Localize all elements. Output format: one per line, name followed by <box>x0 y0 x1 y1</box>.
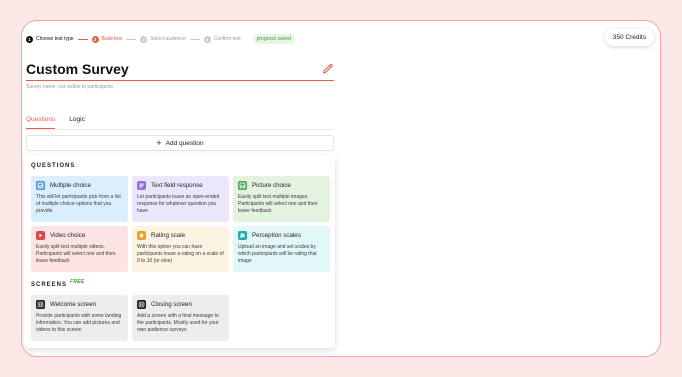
step-confirm-test[interactable]: 4 Confirm test <box>203 35 241 43</box>
card-title: Video choice <box>50 231 86 239</box>
closing-screen-icon <box>137 299 146 309</box>
screen-type-welcome-screen[interactable]: Welcome screen Provide participants with… <box>31 295 128 341</box>
survey-title-input[interactable]: Custom Survey <box>26 61 129 77</box>
credits-badge[interactable]: 350 Credits <box>604 29 654 46</box>
card-title: Text field response <box>151 181 203 189</box>
welcome-screen-icon <box>36 299 45 309</box>
text-lines-icon <box>137 180 146 190</box>
step-select-audience[interactable]: 3 Select audience <box>140 35 186 43</box>
question-type-picture-choice[interactable]: Picture choice Easily split test multipl… <box>233 176 330 222</box>
questions-section-header: QUESTIONS <box>31 163 76 169</box>
step-number: 2 <box>91 35 99 43</box>
app-window: 1 Choose test type 2 Build test 3 Select… <box>21 20 661 357</box>
card-description: Provide participants with some landing i… <box>36 313 122 333</box>
screens-section-header: SCREENS FREE <box>31 279 85 288</box>
progress-stepper: 1 Choose test type 2 Build test 3 Select… <box>26 34 295 44</box>
card-description: With this option you can have participan… <box>137 244 224 264</box>
tab-divider <box>26 129 334 130</box>
step-label: Build test <box>101 36 123 42</box>
star-icon <box>137 230 146 240</box>
question-type-text-field-response[interactable]: Text field response Let participants lea… <box>132 176 229 222</box>
pencil-icon[interactable] <box>322 63 334 75</box>
step-label: Select audience <box>150 36 186 42</box>
step-label: Choose test type <box>36 36 74 42</box>
step-label: Confirm test <box>213 36 241 42</box>
tab-bar: Questions Logic <box>26 116 85 129</box>
step-connector <box>189 38 200 40</box>
scales-icon <box>238 230 247 240</box>
step-number: 1 <box>26 35 33 43</box>
video-icon <box>36 230 45 240</box>
step-choose-test-type[interactable]: 1 Choose test type <box>26 35 74 43</box>
progress-saved-badge: progress saved <box>252 34 295 44</box>
question-type-multiple-choice[interactable]: Multiple choice This will let participan… <box>31 176 128 222</box>
screens-header-label: SCREENS <box>31 282 68 288</box>
add-question-label: Add question <box>165 139 204 147</box>
tab-logic[interactable]: Logic <box>69 116 85 129</box>
card-title: Perception scales <box>252 231 301 239</box>
card-title: Welcome screen <box>50 300 96 308</box>
card-description: This will let participants pick from a l… <box>36 194 121 214</box>
image-icon <box>238 180 247 190</box>
step-number: 3 <box>140 35 148 43</box>
card-description: Upload an image and set scales by which … <box>238 244 317 264</box>
checkbox-icon <box>36 180 45 190</box>
question-type-menu: QUESTIONS Multiple choice This will let … <box>24 155 335 348</box>
card-description: Easily split test multiple videos. Parti… <box>36 244 116 264</box>
card-description: Add a screen with a final message to the… <box>137 313 219 333</box>
plus-icon: + <box>156 137 162 148</box>
title-underline <box>26 80 334 81</box>
card-title: Rating scale <box>151 231 186 239</box>
card-title: Closing screen <box>151 300 192 308</box>
step-connector <box>126 38 137 40</box>
question-type-video-choice[interactable]: Video choice Easily split test multiple … <box>31 226 128 272</box>
card-title: Multiple choice <box>50 181 91 189</box>
question-type-rating-scale[interactable]: Rating scale With this option you can ha… <box>132 226 229 272</box>
step-number: 4 <box>203 35 211 43</box>
step-build-test[interactable]: 2 Build test <box>91 35 123 43</box>
question-type-perception-scales[interactable]: Perception scales Upload an image and se… <box>233 226 330 272</box>
screen-type-closing-screen[interactable]: Closing screen Add a screen with a final… <box>132 295 229 341</box>
card-description: Let participants leave an open-ended res… <box>137 194 220 214</box>
card-title: Picture choice <box>252 181 291 189</box>
survey-title-hint: Survey name, not visible to participants <box>26 84 113 90</box>
step-connector <box>77 38 88 40</box>
tab-questions[interactable]: Questions <box>26 116 56 129</box>
free-badge: FREE <box>70 279 85 285</box>
card-description: Easily split test multiple images. Parti… <box>238 194 318 214</box>
add-question-button[interactable]: + Add question <box>26 135 334 151</box>
